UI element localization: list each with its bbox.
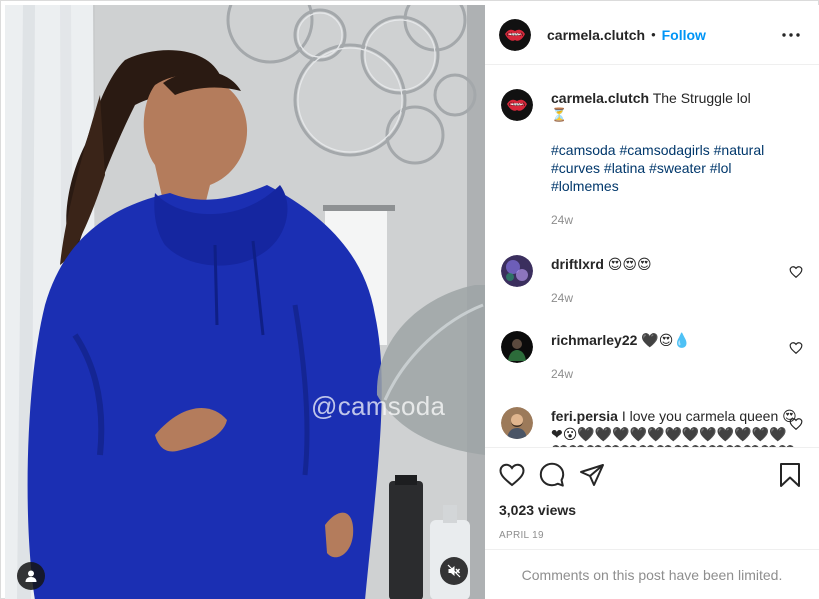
caption-age: 24w	[551, 213, 574, 227]
comment-like-heart-icon[interactable]	[789, 265, 803, 279]
more-options-icon	[782, 33, 800, 37]
hourglass-emoji: ⏳	[551, 107, 568, 122]
share-button[interactable]	[579, 462, 605, 488]
bookmark-icon	[780, 463, 800, 487]
comment-text: 😍😍😍	[607, 256, 652, 272]
comment-like-heart-icon[interactable]	[789, 341, 803, 355]
comment-row: richmarley22 🖤😍💧 24w	[501, 331, 803, 383]
comment-age: 24w	[551, 367, 574, 381]
post-header: Clutch carmela.clutch • Follow	[485, 5, 819, 65]
post-video[interactable]: @camsoda	[5, 5, 485, 599]
comment-body: feri.persia I love you carmela queen 😍❤😮…	[551, 407, 803, 447]
caption-username[interactable]: carmela.clutch	[551, 90, 649, 106]
comment-text: 🖤😍💧	[641, 332, 691, 348]
follow-button[interactable]: Follow	[662, 27, 706, 43]
comment-username[interactable]: richmarley22	[551, 332, 637, 348]
author-username[interactable]: carmela.clutch	[547, 27, 645, 43]
like-button[interactable]	[499, 462, 525, 488]
comments-list[interactable]: Clutch carmela.clutch The Struggle lol ⏳…	[485, 65, 819, 447]
caption-body: carmela.clutch The Struggle lol ⏳ #camso…	[551, 89, 803, 229]
comment-username[interactable]: feri.persia	[551, 408, 618, 424]
caption-row: Clutch carmela.clutch The Struggle lol ⏳…	[501, 65, 803, 229]
view-count[interactable]: 3,023 views	[499, 502, 803, 518]
comment-button[interactable]	[539, 462, 565, 488]
heart-icon	[499, 463, 525, 487]
comment-like-heart-icon[interactable]	[789, 417, 803, 431]
commenter-avatar[interactable]	[501, 331, 533, 363]
commenter-avatar[interactable]	[501, 255, 533, 287]
post-actions: 3,023 views APRIL 19	[485, 447, 819, 541]
paper-plane-icon	[580, 464, 604, 486]
save-button[interactable]	[777, 462, 803, 488]
comment-bubble-icon	[539, 462, 565, 487]
commenter-avatar[interactable]	[501, 407, 533, 439]
comments-limited-notice: Comments on this post have been limited.	[485, 549, 819, 599]
header-separator: •	[651, 27, 656, 42]
comment-body: driftlxrd 😍😍😍 24w	[551, 255, 803, 307]
comment-age: 24w	[551, 291, 574, 305]
post-container: @camsoda Clutch carmela.clutch • Follow …	[0, 0, 819, 599]
caption-avatar[interactable]: Clutch	[501, 89, 533, 121]
person-tag-icon	[25, 570, 37, 582]
comment-body: richmarley22 🖤😍💧 24w	[551, 331, 803, 383]
post-date[interactable]: APRIL 19	[499, 530, 803, 541]
post-sidebar: Clutch carmela.clutch • Follow Clutch ca…	[485, 5, 819, 599]
caption-text: The Struggle lol	[652, 90, 751, 106]
mute-button[interactable]	[440, 557, 468, 585]
video-frame	[5, 5, 485, 599]
svg-text:Clutch: Clutch	[507, 32, 524, 38]
more-options-button[interactable]	[779, 23, 803, 47]
speaker-muted-icon	[447, 564, 461, 578]
caption-hashtags[interactable]: #camsoda #camsodagirls #natural #curves …	[551, 141, 803, 195]
video-watermark: @camsoda	[311, 391, 446, 421]
svg-text:Clutch: Clutch	[509, 102, 526, 108]
comment-username[interactable]: driftlxrd	[551, 256, 604, 272]
comment-row: feri.persia I love you carmela queen 😍❤😮…	[501, 407, 803, 447]
action-bar	[499, 462, 803, 488]
author-avatar[interactable]: Clutch	[499, 18, 531, 51]
tagged-people-button[interactable]	[17, 562, 45, 590]
comment-row: driftlxrd 😍😍😍 24w	[501, 255, 803, 307]
